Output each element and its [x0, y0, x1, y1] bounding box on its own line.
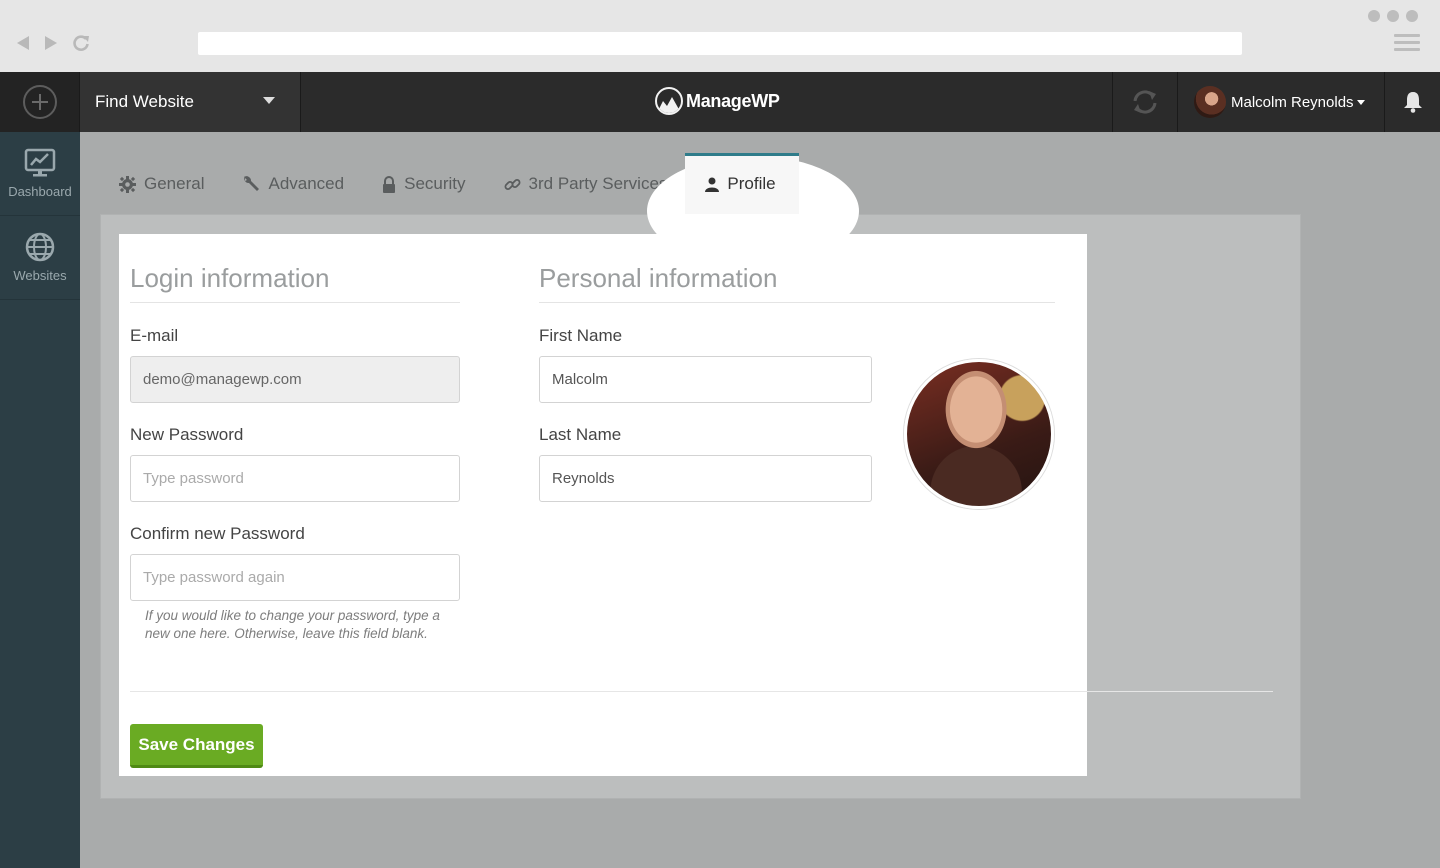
user-icon	[705, 177, 720, 192]
avatar	[1194, 86, 1226, 118]
form-footer-divider	[130, 691, 1273, 692]
wrench-icon	[244, 176, 260, 191]
find-website-label: Find Website	[95, 92, 194, 111]
notifications-button[interactable]	[1384, 72, 1440, 132]
sync-button[interactable]	[1112, 72, 1178, 132]
email-label: E-mail	[130, 326, 179, 345]
forward-icon[interactable]	[42, 33, 60, 53]
tab-label: Advanced	[268, 174, 345, 193]
sidebar-item-label: Dashboard	[8, 184, 72, 199]
profile-form: Login information E-mail New Password Co…	[119, 234, 1273, 776]
gear-icon	[119, 175, 136, 193]
sync-icon	[1133, 90, 1157, 114]
tab-profile[interactable]: Profile	[686, 154, 794, 214]
sidebar-item-websites[interactable]: Websites	[0, 216, 80, 300]
logo[interactable]: ManageWP	[655, 86, 780, 116]
find-website-dropdown[interactable]: Find Website	[80, 72, 301, 132]
login-section-divider	[130, 302, 460, 303]
reload-icon[interactable]	[72, 33, 90, 53]
tab-advanced[interactable]: Advanced	[223, 154, 363, 214]
new-password-label: New Password	[130, 425, 244, 444]
bell-icon	[1403, 92, 1422, 113]
password-hint: If you would like to change your passwor…	[145, 608, 440, 641]
tab-security[interactable]: Security	[363, 154, 484, 214]
tab-label: Security	[404, 174, 466, 193]
settings-tabs: General Advanced Security 3rd Party Serv…	[100, 154, 795, 214]
logo-text: ManageWP	[686, 90, 780, 111]
back-icon[interactable]	[14, 33, 32, 53]
last-name-label: Last Name	[539, 425, 622, 444]
confirm-password-field[interactable]	[130, 554, 460, 601]
chevron-down-icon	[263, 97, 275, 104]
plus-icon	[22, 85, 57, 119]
main-content: General Advanced Security 3rd Party Serv…	[80, 132, 1440, 868]
lock-icon	[383, 175, 396, 193]
new-password-field[interactable]	[130, 455, 460, 502]
user-name: Malcolm Reynolds	[1231, 93, 1354, 111]
profile-avatar[interactable]	[904, 359, 1054, 509]
first-name-field[interactable]	[539, 356, 872, 403]
login-section-title: Login information	[130, 263, 330, 293]
tab-general[interactable]: General	[100, 154, 223, 214]
sidebar: Dashboard Websites	[0, 132, 80, 868]
address-bar[interactable]	[198, 32, 1242, 55]
confirm-password-label: Confirm new Password	[130, 524, 305, 543]
window-controls[interactable]	[1368, 10, 1418, 22]
save-changes-button[interactable]: Save Changes	[130, 724, 263, 768]
chevron-down-icon	[1356, 99, 1365, 105]
tab-label: General	[144, 174, 205, 193]
menu-icon[interactable]	[1394, 34, 1420, 52]
user-menu[interactable]: Malcolm Reynolds	[1178, 72, 1384, 132]
tab-label: 3rd Party Services	[528, 174, 668, 193]
first-name-label: First Name	[539, 326, 623, 345]
last-name-field[interactable]	[539, 455, 872, 502]
app-topbar: Find Website ManageWP Malcolm Reynolds	[0, 72, 1440, 132]
sidebar-item-label: Websites	[13, 268, 67, 283]
tab-label: Profile	[727, 174, 776, 193]
add-website-button[interactable]	[0, 72, 80, 132]
personal-section-title: Personal information	[539, 263, 778, 293]
sidebar-item-dashboard[interactable]: Dashboard	[0, 132, 80, 216]
globe-icon	[25, 232, 55, 262]
email-field[interactable]	[130, 356, 460, 403]
link-icon	[504, 178, 520, 190]
browser-chrome	[0, 0, 1440, 72]
personal-section-divider	[539, 302, 1055, 303]
dashboard-icon	[24, 148, 56, 177]
logo-icon	[655, 87, 683, 115]
